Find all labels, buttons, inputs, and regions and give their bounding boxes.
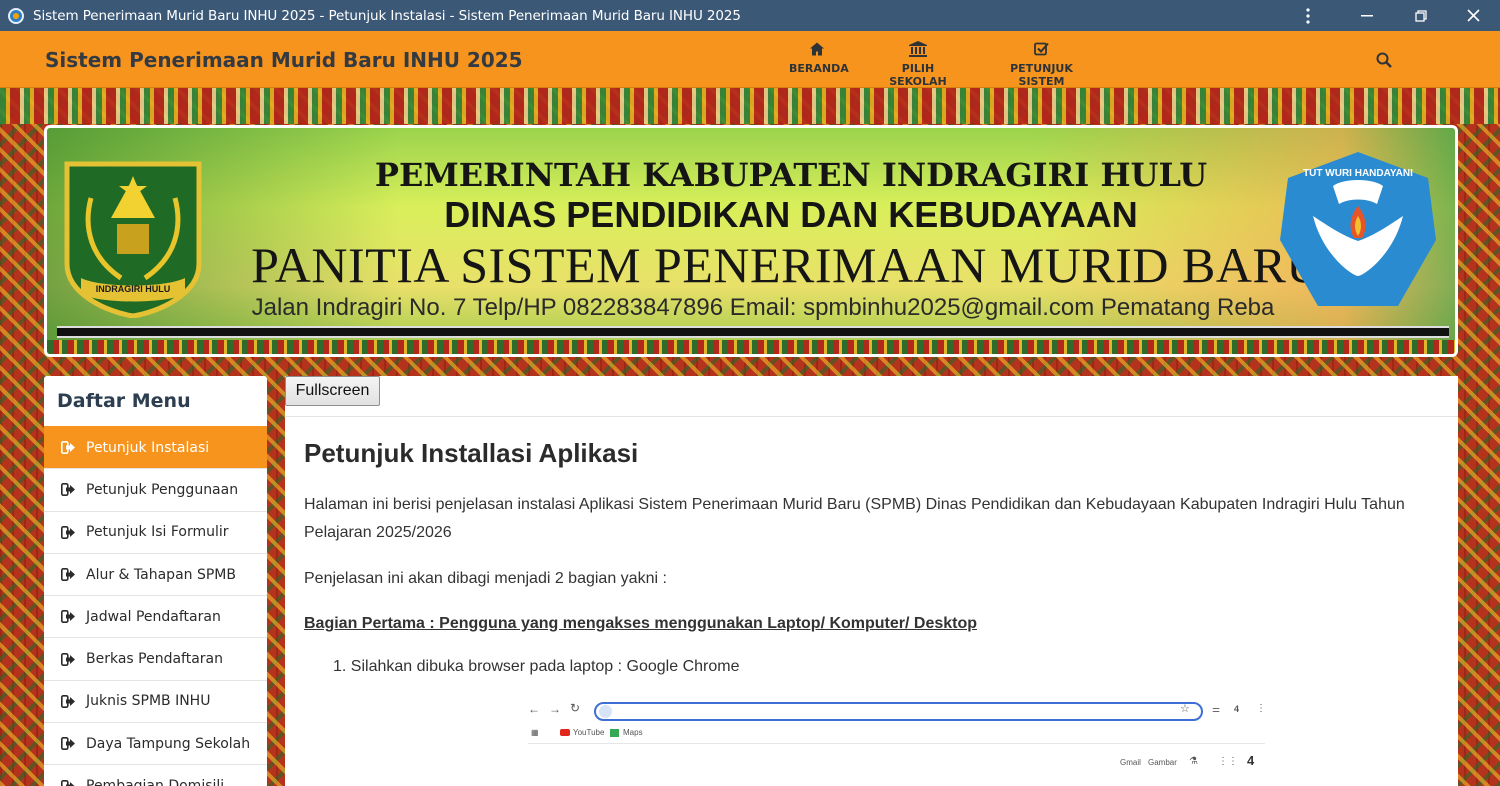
sign-in-arrow-icon xyxy=(61,779,75,786)
tut-wuri-handayani-logo: TUT WURI HANDAYANI xyxy=(1280,152,1436,306)
address-bar xyxy=(594,702,1203,721)
address-search-icon xyxy=(599,705,612,718)
banner-line-address: Jalan Indragiri No. 7 Telp/HP 0822838478… xyxy=(251,294,1275,321)
fullscreen-button[interactable]: Fullscreen xyxy=(285,376,380,406)
checklist-icon xyxy=(1033,42,1049,56)
fullscreen-toolbar: Fullscreen xyxy=(285,376,1458,417)
bank-icon xyxy=(909,41,927,57)
forward-icon: → xyxy=(549,702,561,716)
restore-icon[interactable] xyxy=(1394,0,1448,31)
sidebar-item-label: Berkas Pendaftaran xyxy=(86,651,224,668)
home-icon xyxy=(810,42,824,56)
nav-pilih-sekolah[interactable]: PILIH SEKOLAH xyxy=(875,41,961,88)
sidebar-item[interactable]: Petunjuk Instalasi xyxy=(44,426,267,469)
nav-pilih-sekolah-label: PILIH SEKOLAH xyxy=(889,62,947,88)
labs-flask-icon: ⚗ xyxy=(1189,756,1198,767)
sidebar-item-label: Daya Tampung Sekolah xyxy=(86,735,251,752)
sidebar-item[interactable]: Jadwal Pendaftaran xyxy=(44,595,267,637)
app-logo-icon xyxy=(8,7,24,24)
sidebar-item[interactable]: Pembagian Domisili xyxy=(44,764,267,786)
gambar-link: Gambar xyxy=(1148,758,1177,767)
bookmark-maps: Maps xyxy=(623,728,643,737)
banner-pattern-base xyxy=(47,340,1455,354)
minimize-icon[interactable] xyxy=(1340,0,1394,31)
sidebar-item-label: Petunjuk Penggunaan xyxy=(86,481,239,498)
sidebar-item-label: Petunjuk Instalasi xyxy=(86,439,210,456)
banner-divider-bar xyxy=(57,326,1449,338)
back-icon: ← xyxy=(528,702,540,716)
sidebar-item-label: Alur & Tahapan SPMB xyxy=(86,566,236,583)
nav-beranda-label: BERANDA xyxy=(789,62,849,75)
banner-line-department: DINAS PENDIDIKAN DAN KEBUDAYAAN xyxy=(444,194,1138,235)
extensions-icon: ⚌ xyxy=(1212,704,1221,714)
sign-in-arrow-icon xyxy=(61,610,75,624)
sidebar-item[interactable]: Berkas Pendaftaran xyxy=(44,637,267,679)
search-icon[interactable] xyxy=(1376,52,1392,68)
sidebar-title: Daftar Menu xyxy=(57,390,191,412)
more-options-icon[interactable] xyxy=(1281,0,1335,31)
window-title: Sistem Penerimaan Murid Baru INHU 2025 -… xyxy=(33,7,741,24)
close-icon[interactable] xyxy=(1446,0,1500,31)
star-icon: ☆ xyxy=(1180,703,1190,715)
sidebar-item[interactable]: Alur & Tahapan SPMB xyxy=(44,552,267,595)
apps-grid-icon: ▦ xyxy=(531,728,539,737)
profile-count: 4 xyxy=(1247,753,1255,768)
top-navbar: Sistem Penerimaan Murid Baru INHU 2025 B… xyxy=(0,31,1500,88)
banner-line-committee: PANITIA SISTEM PENERIMAAN MURID BARU xyxy=(251,237,1323,293)
sidebar-menu: Daftar Menu Petunjuk Instalasi Petunjuk P… xyxy=(44,376,267,786)
main-content: Fullscreen Petunjuk Installasi Aplikasi … xyxy=(285,376,1458,786)
sign-in-arrow-icon xyxy=(61,568,75,582)
sidebar-item-label: Pembagian Domisili xyxy=(86,778,224,786)
sidebar-item-label: Juknis SPMB INHU xyxy=(86,693,211,710)
sidebar-item[interactable]: Petunjuk Isi Formulir xyxy=(44,510,267,553)
sidebar-item-label: Petunjuk Isi Formulir xyxy=(86,524,229,541)
sidebar-item[interactable]: Petunjuk Penggunaan xyxy=(44,468,267,510)
section-heading-desktop: Bagian Pertama : Pengguna yang mengakses… xyxy=(304,615,978,632)
pattern-strip xyxy=(0,88,1500,124)
sidebar-item[interactable]: Daya Tampung Sekolah xyxy=(44,722,267,764)
step-item-1: 1. Silahkan dibuka browser pada laptop :… xyxy=(333,658,740,675)
page-heading: Petunjuk Installasi Aplikasi xyxy=(304,438,639,468)
sign-in-arrow-icon xyxy=(61,737,75,751)
sidebar-item-label: Jadwal Pendaftaran xyxy=(86,608,221,625)
bookmark-youtube: YouTube xyxy=(573,728,605,737)
nav-petunjuk-sistem-label: PETUNJUK SISTEM xyxy=(1010,62,1073,88)
sign-in-arrow-icon xyxy=(61,441,75,455)
sign-in-arrow-icon xyxy=(61,694,75,708)
reload-icon: ↻ xyxy=(570,701,581,715)
sign-in-arrow-icon xyxy=(61,652,75,666)
nav-petunjuk-sistem[interactable]: PETUNJUK SISTEM xyxy=(990,41,1093,88)
sidebar-menu-list: Petunjuk Instalasi Petunjuk Penggunaan Pet… xyxy=(44,426,267,786)
sidebar-item[interactable]: Juknis SPMB INHU xyxy=(44,679,267,722)
youtube-icon xyxy=(560,729,570,736)
division-paragraph: Penjelasan ini akan dibagi menjadi 2 bag… xyxy=(304,570,667,587)
logo-right-text: TUT WURI HANDAYANI xyxy=(1303,168,1413,179)
sign-in-arrow-icon xyxy=(61,525,75,539)
nav-beranda[interactable]: BERANDA xyxy=(789,41,849,75)
bookmark-separator xyxy=(528,743,1265,744)
banner-line-government: PEMERINTAH KABUPATEN INDRAGIRI HULU xyxy=(374,156,1208,194)
intro-paragraph: Halaman ini berisi penjelasan instalasi … xyxy=(304,496,1405,541)
tab-count: 4 xyxy=(1234,704,1240,714)
window-titlebar: Sistem Penerimaan Murid Baru INHU 2025 -… xyxy=(0,0,1500,31)
site-brand[interactable]: Sistem Penerimaan Murid Baru INHU 2025 xyxy=(45,48,523,72)
google-apps-icon: ⋮⋮ xyxy=(1218,756,1238,767)
chrome-screenshot-image: ← → ↻ ☆ ⚌ 4 ⋮ ▦ YouTube Maps Gmail Gamba… xyxy=(528,694,1266,786)
maps-icon xyxy=(610,729,619,737)
chrome-menu-icon: ⋮ xyxy=(1256,703,1266,714)
gmail-link: Gmail xyxy=(1120,758,1141,767)
header-banner: INDRAGIRI HULU PEMERINTAH KABUPATEN INDR… xyxy=(44,125,1458,357)
sign-in-arrow-icon xyxy=(61,483,75,497)
